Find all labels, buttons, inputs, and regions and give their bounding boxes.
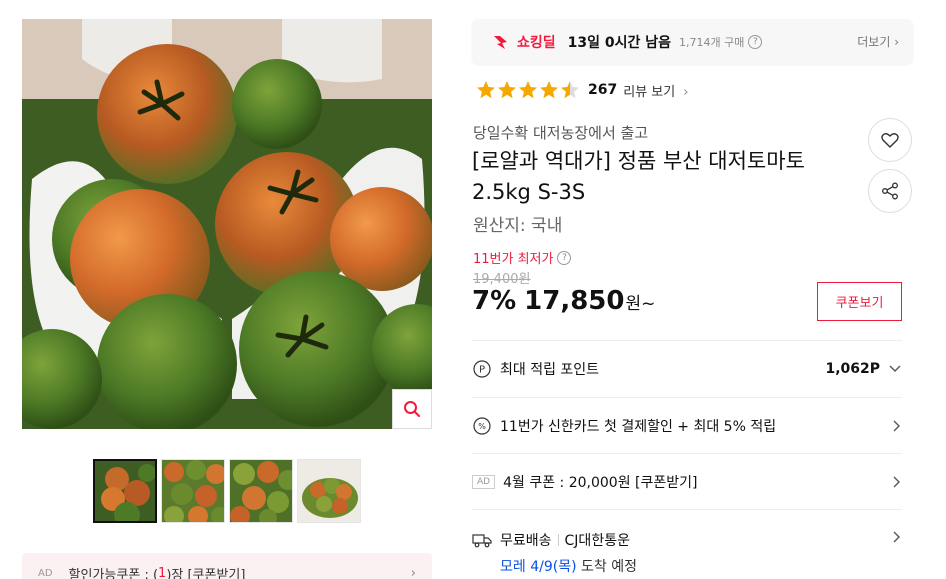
price-row: 7% 17,850 원~ [472,286,655,316]
coupon-text-before: 할인가능쿠폰 : ( [68,567,159,579]
search-icon [404,401,420,417]
product-title: [로얄과 역대가] 정품 부산 대저토마토 2.5kg S-3S [472,149,805,204]
coupon-text-after: )장 [쿠폰받기] [166,567,246,579]
points-row[interactable]: P 최대 적립 포인트 1,062P [472,340,902,397]
thumbnail-image [230,460,292,522]
sale-price: 17,850 [524,286,625,316]
review-link[interactable]: 리뷰 보기 › [623,81,688,100]
heart-icon [881,133,899,148]
shipping-carrier: CJ대한통운 [564,533,630,549]
thumbnail-2[interactable] [161,459,225,523]
product-origin: 원산지: 국내 [473,216,563,236]
main-product-image[interactable] [22,19,432,429]
point-icon: P [472,359,492,379]
lightning-icon [494,35,507,49]
help-icon[interactable]: ? [557,250,572,265]
purchase-count: 1,714개 구매 [679,35,745,49]
stars-icon [477,81,579,99]
lowest-price-label: 11번가 최저가 ? [473,248,572,267]
coupon-view-button[interactable]: 쿠폰보기 [817,282,902,321]
coupon-count: 1 [158,565,167,579]
tomato-photo [22,19,432,429]
seller-note: 당일수확 대저농장에서 출고 [473,124,649,142]
percent-icon: % [472,416,492,436]
shocking-deal-bar: 쇼킹딜 13일 0시간 남음 1,714개 구매 ? 더보기 › [472,19,913,64]
ad-label: AD [472,474,496,489]
deal-remaining-time: 13일 0시간 남음 [567,34,672,51]
ad-label: AD [38,567,53,579]
delivery-estimate: 모레 4/9(목) 도착 예정 [500,556,637,576]
ad-coupon-banner[interactable]: AD 할인가능쿠폰 : (1)장 [쿠폰받기] › [22,553,432,579]
thumbnail-image [95,461,155,521]
chevron-right-icon: › [683,84,689,100]
delivery-date: 모레 4/9(목) [500,559,577,575]
deal-more-link[interactable]: 더보기 › [857,33,899,50]
svg-text:%: % [478,422,486,431]
deal-more-label: 더보기 [857,35,891,49]
help-icon[interactable]: ? [748,34,763,49]
chevron-right-icon: › [894,35,899,49]
share-button[interactable] [868,169,912,213]
chevron-down-icon [889,365,901,372]
deal-logo-label: 쇼킹딜 [517,34,556,51]
thumbnail-1[interactable] [93,459,157,523]
thumbnail-3[interactable] [229,459,293,523]
discount-rate: 7% [472,286,517,316]
shipping-label: 무료배송 [500,533,552,549]
shocking-deal-logo[interactable]: 쇼킹딜 [492,32,556,52]
monthly-coupon-label: 4월 쿠폰 : 20,000원 [쿠폰받기] [503,474,698,491]
price-unit: 원~ [625,294,656,314]
truck-icon [472,530,492,550]
chevron-right-icon: › [410,565,416,579]
monthly-coupon-row[interactable]: AD 4월 쿠폰 : 20,000원 [쿠폰받기] [472,453,902,509]
chevron-right-icon [893,420,900,431]
svg-text:P: P [479,365,485,376]
chevron-right-icon [893,476,900,487]
review-count: 267 [588,82,618,98]
thumbnail-4[interactable] [297,459,361,523]
chevron-right-icon [893,531,900,543]
divider [557,534,559,546]
star-rating [476,80,580,100]
card-benefit-label: 11번가 신한카드 첫 결제할인 + 최대 5% 적립 [500,418,777,435]
lowest-price-text: 11번가 최저가 [473,252,554,267]
like-button[interactable] [868,118,912,162]
rating-row: 267 리뷰 보기 › [476,80,688,100]
card-benefit-row[interactable]: % 11번가 신한카드 첫 결제할인 + 최대 5% 적립 [472,397,902,453]
points-value: 1,062P [825,361,880,377]
thumbnail-image [162,460,224,522]
delivery-suffix: 도착 예정 [576,559,637,575]
zoom-button[interactable] [392,389,432,429]
thumbnail-image [298,460,360,522]
points-label: 최대 적립 포인트 [500,362,600,378]
thumbnail-strip [93,459,361,523]
review-link-label: 리뷰 보기 [623,84,676,100]
share-icon [882,182,898,200]
original-price: 19,400원 [473,272,531,287]
shipping-row[interactable]: 무료배송 CJ대한통운 모레 4/9(목) 도착 예정 [472,509,902,579]
